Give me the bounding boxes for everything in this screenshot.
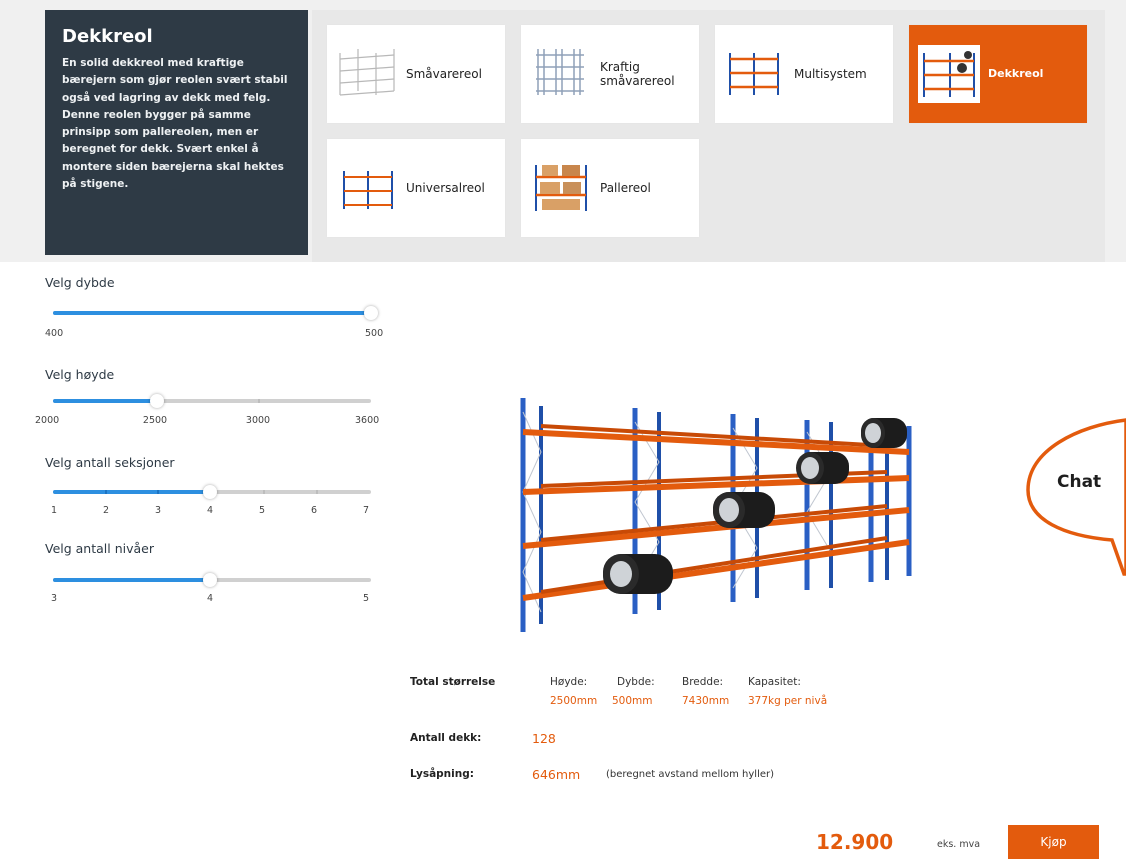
universal-rack-icon [343,171,393,209]
height-spec-value: 2500mm [550,695,598,707]
depth-spec-value: 500mm [612,695,653,707]
product-label: Universalreol [406,181,485,195]
tick-label: 6 [310,505,318,516]
product-info-card: Dekkreol En solid dekkreol med kraftige … [45,10,308,255]
clearance-label: Lysåpning: [410,768,474,780]
multisystem-icon [729,53,779,95]
tick-label: 3 [50,593,58,604]
slider-tick [105,490,107,494]
capacity-spec-label: Kapasitet: [748,676,801,688]
slider-tick [258,399,260,403]
tick-label: 3600 [355,415,380,426]
levels-slider-label: Velg antall nivåer [45,541,154,556]
tires-count-label: Antall dekk: [410,732,482,744]
clearance-value: 646mm [532,767,581,782]
width-spec-value: 7430mm [682,695,730,707]
sections-slider-group: Velg antall seksjoner 1 2 3 4 5 6 7 [45,455,390,525]
price-amount: 12.900 [816,830,894,854]
depth-slider-track[interactable] [53,306,378,320]
total-size-label: Total størrelse [410,676,496,688]
height-slider-fill [53,399,157,403]
tick-label: 500 [365,328,384,339]
capacity-spec-value: 377kg per nivå [748,695,828,707]
tick-label: 7 [362,505,370,516]
product-title: Dekkreol [62,26,153,47]
buy-button[interactable]: Kjøp [1008,825,1099,859]
product-label: Dekkreol [988,67,1044,80]
levels-slider-track[interactable] [53,573,371,587]
width-spec-label: Bredde: [682,676,724,688]
chat-label[interactable]: Chat [1057,472,1101,492]
depth-spec-label: Dybde: [617,676,655,688]
pallet-rack-icon [535,165,587,211]
tire-icon [603,554,673,594]
tick-label: 1 [50,505,58,516]
product-label: Multisystem [794,67,867,81]
slider-tick [157,490,159,494]
tick-label: 2500 [142,415,168,426]
sections-slider-label: Velg antall seksjoner [45,455,175,470]
height-slider-label: Velg høyde [45,367,115,382]
tick-label: 2000 [35,415,60,426]
tire-rack-icon [918,45,980,103]
height-slider-track[interactable] [53,394,371,408]
clearance-note: (beregnet avstand mellom hyller) [606,769,775,780]
tick-label: 400 [45,328,64,339]
tick-label: 5 [258,505,266,516]
tires-count-value: 128 [532,731,556,746]
slider-tick [316,490,318,494]
tick-label: 3000 [245,415,271,426]
tick-label: 5 [362,593,370,604]
product-tile-dekkreol[interactable]: Dekkreol [909,25,1087,123]
height-slider-thumb[interactable] [150,394,164,408]
product-label: Småvarereol [406,67,482,81]
product-tile-smavarereol[interactable]: Småvarereol [327,25,505,123]
levels-slider-group: Velg antall nivåer 3 4 5 [45,541,390,611]
sections-slider-thumb[interactable] [203,485,217,499]
product-tile-pallereol[interactable]: Pallereol [521,139,699,237]
height-spec-label: Høyde: [550,676,588,688]
height-slider-group: Velg høyde 2000 2500 3000 3600 [35,367,390,437]
slider-tick [263,490,265,494]
levels-slider-fill [53,578,210,582]
chat-bubble-icon[interactable] [1020,414,1126,584]
tick-label: 3 [154,505,162,516]
depth-slider-thumb[interactable] [364,306,378,320]
levels-slider-thumb[interactable] [203,573,217,587]
depth-slider-fill [53,311,371,315]
depth-slider-label: Velg dybde [45,275,115,290]
sections-slider-track[interactable] [53,485,371,499]
tick-label: 4 [206,505,214,516]
product-tile-universalreol[interactable]: Universalreol [327,139,505,237]
tire-rack-illustration [520,398,912,632]
light-shelf-icon [339,49,395,96]
product-tile-kraftig-smavarereol[interactable]: Kraftig småvarereol [521,25,699,123]
price-suffix: eks. mva [937,839,981,850]
tick-label: 2 [102,505,110,516]
product-label: Pallereol [600,181,651,195]
heavy-shelf-icon [536,49,584,95]
product-tile-multisystem[interactable]: Multisystem [715,25,893,123]
product-label: Kraftig småvarereol [600,60,675,88]
tick-label: 4 [206,593,214,604]
depth-slider-group: Velg dybde 400 500 [45,275,390,345]
sections-slider-fill [53,490,210,494]
product-description: En solid dekkreol med kraftige bærejern … [62,57,288,191]
